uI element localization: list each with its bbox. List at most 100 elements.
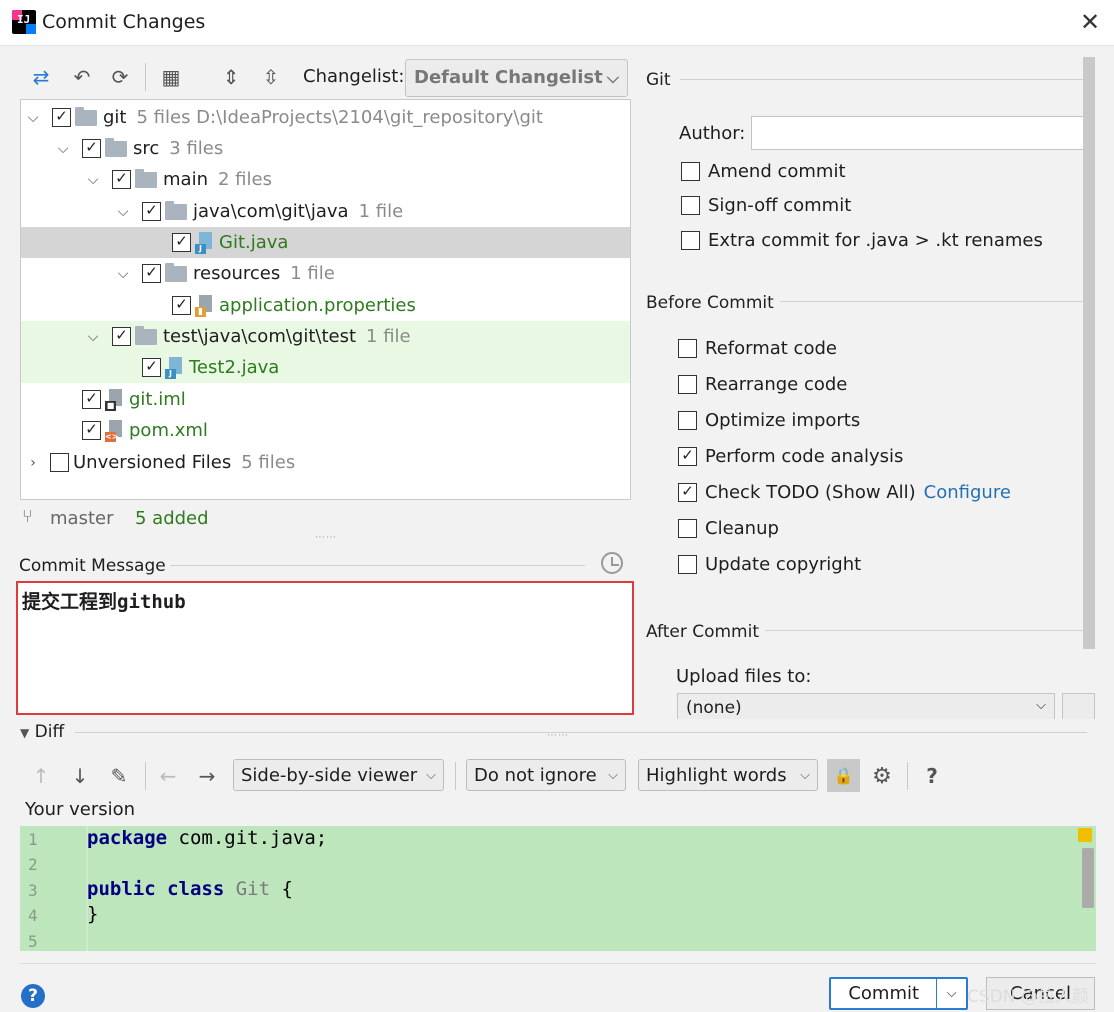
change-marker[interactable] — [1078, 828, 1092, 842]
checkbox-unchecked[interactable] — [678, 555, 697, 574]
checkbox-checked[interactable]: ✓ — [172, 296, 191, 315]
tree-row-test2-java[interactable]: ✓ J Test2.java — [21, 352, 630, 383]
cleanup-checkbox[interactable]: Cleanup — [678, 518, 779, 539]
tree-row-resources[interactable]: ⌵ ✓ resources 1 file — [21, 258, 630, 289]
code-analysis-checkbox[interactable]: ✓ Perform code analysis — [678, 446, 903, 467]
checkbox-unchecked[interactable] — [681, 162, 700, 181]
divider — [680, 79, 1090, 80]
commit-button[interactable]: Commit ⌵ — [829, 977, 968, 1010]
checkbox-unchecked[interactable] — [678, 519, 697, 538]
checkbox-checked[interactable]: ✓ — [678, 447, 697, 466]
chevron-right-icon[interactable]: › — [24, 455, 42, 471]
arrow-up-icon[interactable]: ↑ — [28, 763, 54, 789]
chevron-down-icon[interactable]: ⌵ — [114, 266, 132, 282]
your-version-label: Your version — [25, 799, 136, 820]
amend-commit-checkbox[interactable]: Amend commit — [681, 161, 846, 182]
gear-icon[interactable]: ⚙ — [869, 763, 895, 789]
ignore-dropdown[interactable]: Do not ignore ⌵ — [466, 759, 626, 791]
close-icon[interactable]: ✕ — [1078, 8, 1102, 36]
checkbox-unchecked[interactable] — [681, 231, 700, 250]
help-icon[interactable]: ? — [21, 984, 45, 1008]
upload-value: (none) — [686, 698, 742, 718]
rearrange-code-checkbox[interactable]: Rearrange code — [678, 374, 847, 395]
checkbox-checked[interactable]: ✓ — [678, 483, 697, 502]
right-panel-scrollbar[interactable] — [1083, 57, 1095, 649]
edit-pencil-icon[interactable]: ✎ — [106, 763, 132, 789]
checkbox-unchecked[interactable] — [678, 411, 697, 430]
triangle-down-icon[interactable]: ▼ — [20, 726, 29, 740]
show-diff-icon[interactable]: ⇄ — [28, 64, 54, 90]
diff-code-editor[interactable]: 1 2 3 4 5 package com.git.java; public c… — [20, 826, 1096, 951]
extra-commit-checkbox[interactable]: Extra commit for .java > .kt renames — [681, 230, 1043, 251]
iml-file-icon: ■ — [105, 388, 123, 411]
tree-item-label: resources — [193, 263, 281, 284]
checkbox-checked[interactable]: ✓ — [112, 327, 131, 346]
tree-row-pom-xml[interactable]: ✓ <> pom.xml — [21, 415, 630, 446]
diff-header[interactable]: ▼ Diff — [20, 722, 64, 742]
splitter-handle[interactable]: ⋯⋯ — [547, 730, 569, 741]
chevron-down-icon[interactable]: ⌵ — [114, 204, 132, 220]
help-question-icon[interactable]: ? — [919, 763, 945, 789]
rollback-icon[interactable]: ↶ — [69, 64, 95, 90]
chevron-down-icon[interactable]: ⌵ — [54, 141, 72, 157]
checkbox-checked[interactable]: ✓ — [142, 358, 161, 377]
git-section-label: Git — [646, 70, 671, 90]
configure-link[interactable]: Configure — [924, 482, 1011, 503]
tree-row-java-package[interactable]: ⌵ ✓ java\com\git\java 1 file — [21, 196, 630, 227]
code-scrollbar[interactable] — [1082, 848, 1094, 908]
checkbox-checked[interactable]: ✓ — [82, 421, 101, 440]
window-title: Commit Changes — [42, 11, 206, 33]
signoff-commit-checkbox[interactable]: Sign-off commit — [681, 195, 851, 216]
splitter-handle[interactable]: ⋯⋯ — [315, 532, 337, 543]
update-copyright-checkbox[interactable]: Update copyright — [678, 554, 861, 575]
checkbox-checked[interactable]: ✓ — [172, 233, 191, 252]
checkbox-label: Cleanup — [705, 518, 779, 539]
history-clock-icon[interactable] — [601, 552, 623, 574]
checkbox-unchecked[interactable] — [678, 375, 697, 394]
tree-item-meta: 3 files — [169, 138, 224, 159]
arrow-right-icon[interactable]: → — [194, 763, 220, 789]
refresh-icon[interactable]: ⟳ — [107, 64, 133, 90]
checkbox-checked[interactable]: ✓ — [82, 139, 101, 158]
arrow-left-icon[interactable]: ← — [155, 763, 181, 789]
expand-all-icon[interactable]: ⇕ — [218, 64, 244, 90]
chevron-down-icon: ⌵ — [800, 767, 810, 783]
upload-select[interactable]: (none) ⌵ — [677, 693, 1055, 719]
intellij-app-icon: IJ — [12, 10, 36, 34]
tree-row-test-package[interactable]: ⌵ ✓ test\java\com\git\test 1 file — [21, 321, 630, 352]
chevron-down-icon[interactable]: ⌵ — [84, 172, 102, 188]
tree-row-git-iml[interactable]: ✓ ■ git.iml — [21, 384, 630, 415]
checkbox-unchecked[interactable] — [50, 453, 69, 472]
highlight-dropdown[interactable]: Highlight words ⌵ — [638, 759, 818, 791]
check-todo-checkbox[interactable]: ✓ Check TODO (Show All) Configure — [678, 482, 1011, 503]
author-input[interactable] — [751, 116, 1091, 150]
changes-tree[interactable]: ⌵ ✓ git 5 files D:\IdeaProjects\2104\git… — [20, 99, 631, 500]
optimize-imports-checkbox[interactable]: Optimize imports — [678, 410, 860, 431]
checkbox-checked[interactable]: ✓ — [142, 202, 161, 221]
upload-config-button[interactable] — [1062, 693, 1095, 719]
commit-message-input[interactable]: 提交工程到github — [16, 581, 634, 715]
tree-row-src[interactable]: ⌵ ✓ src 3 files — [21, 133, 630, 164]
arrow-down-icon[interactable]: ↓ — [67, 763, 93, 789]
reformat-code-checkbox[interactable]: Reformat code — [678, 338, 837, 359]
collapse-all-icon[interactable]: ⇳ — [258, 64, 284, 90]
checkbox-checked[interactable]: ✓ — [82, 390, 101, 409]
group-by-icon[interactable]: ▦ — [158, 64, 184, 90]
tree-row-git-java[interactable]: ✓ J Git.java — [21, 227, 630, 258]
chevron-down-icon[interactable]: ⌵ — [937, 986, 966, 1001]
chevron-down-icon[interactable]: ⌵ — [24, 110, 42, 126]
tree-row-main[interactable]: ⌵ ✓ main 2 files — [21, 164, 630, 195]
changelist-select[interactable]: Default Changelist ⌵ — [405, 59, 628, 97]
checkbox-checked[interactable]: ✓ — [52, 108, 71, 127]
tree-row-git[interactable]: ⌵ ✓ git 5 files D:\IdeaProjects\2104\git… — [21, 102, 630, 133]
tree-row-unversioned[interactable]: › Unversioned Files 5 files — [21, 447, 630, 478]
lock-icon[interactable]: 🔒 — [827, 759, 860, 792]
chevron-down-icon[interactable]: ⌵ — [84, 329, 102, 345]
checkbox-unchecked[interactable] — [678, 339, 697, 358]
checkbox-checked[interactable]: ✓ — [142, 264, 161, 283]
checkbox-checked[interactable]: ✓ — [112, 170, 131, 189]
checkbox-unchecked[interactable] — [681, 196, 700, 215]
divider — [170, 565, 585, 566]
viewer-dropdown[interactable]: Side-by-side viewer ⌵ — [233, 759, 444, 791]
tree-row-application-properties[interactable]: ✓ ▮ application.properties — [21, 290, 630, 321]
